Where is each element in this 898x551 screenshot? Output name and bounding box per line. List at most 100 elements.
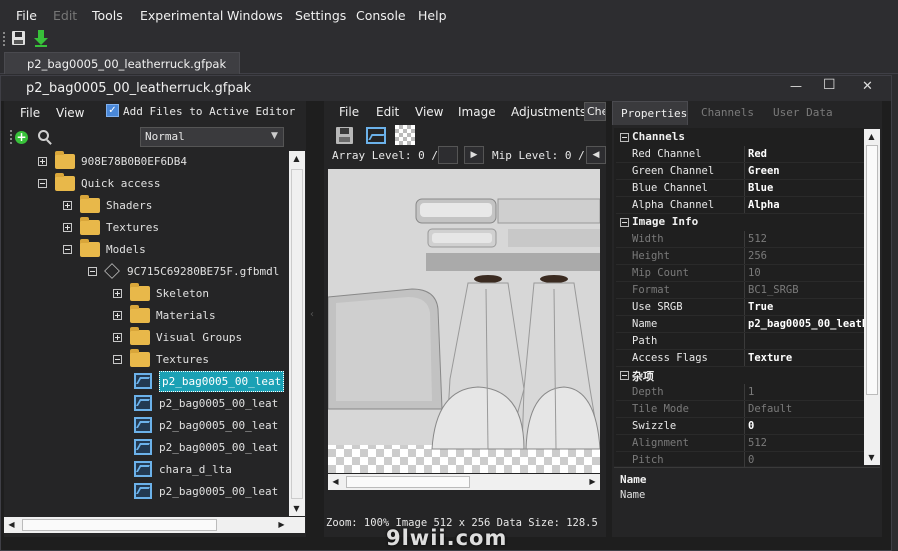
- property-row[interactable]: Height 256: [616, 248, 864, 265]
- tree-item[interactable]: p2_bag0005_00_leat: [134, 481, 278, 501]
- property-value[interactable]: BC1_SRGB: [748, 284, 864, 296]
- property-row[interactable]: Swizzle 0: [616, 418, 864, 435]
- tree-item[interactable]: Materials: [113, 304, 216, 325]
- property-row[interactable]: Format BC1_SRGB: [616, 282, 864, 299]
- menu-console[interactable]: Console: [356, 8, 406, 23]
- property-row[interactable]: Width 512: [616, 231, 864, 248]
- collapse-icon[interactable]: [113, 354, 122, 364]
- tab-user-data[interactable]: User Data: [762, 101, 838, 125]
- expand-icon[interactable]: [38, 156, 47, 166]
- property-value[interactable]: p2_bag0005_00_leatherruck: [748, 318, 864, 330]
- property-value[interactable]: Blue: [748, 182, 864, 194]
- property-row[interactable]: Path: [616, 333, 864, 350]
- property-value[interactable]: Texture: [748, 352, 864, 364]
- close-button[interactable]: ✕: [862, 79, 873, 94]
- save-icon[interactable]: [12, 31, 25, 45]
- tree-item[interactable]: p2_bag0005_00_leat: [134, 415, 278, 435]
- prop-scroll-down-arrow-icon[interactable]: ▼: [864, 450, 879, 465]
- menu-windows[interactable]: Windows: [227, 8, 283, 23]
- property-value[interactable]: Default: [748, 403, 864, 415]
- scroll-right-arrow-icon[interactable]: ▶: [274, 517, 289, 532]
- download-arrow-icon[interactable]: [34, 30, 48, 47]
- expand-icon[interactable]: [63, 200, 72, 210]
- tree-item[interactable]: Textures: [63, 216, 159, 237]
- property-category[interactable]: Image Info: [616, 214, 864, 231]
- tree-item[interactable]: p2_bag0005_00_leat: [134, 370, 285, 392]
- property-value[interactable]: True: [748, 301, 864, 313]
- property-row[interactable]: Access Flags Texture: [616, 350, 864, 367]
- menu-tools[interactable]: Tools: [92, 8, 123, 23]
- collapse-icon[interactable]: [38, 178, 47, 188]
- explorer-menu-file[interactable]: File: [20, 106, 40, 120]
- editor-save-icon[interactable]: [336, 127, 353, 144]
- editor-menu-image[interactable]: Image: [458, 105, 496, 119]
- collapse-icon[interactable]: [63, 244, 72, 254]
- property-category[interactable]: 杂项: [616, 367, 864, 384]
- scroll-down-arrow-icon[interactable]: ▼: [289, 501, 304, 516]
- property-value[interactable]: Red: [748, 148, 864, 160]
- collapse-icon[interactable]: [620, 371, 629, 380]
- expand-icon[interactable]: [113, 332, 122, 342]
- property-value[interactable]: 512: [748, 233, 864, 245]
- property-row[interactable]: Use SRGB True: [616, 299, 864, 316]
- tree-vertical-scrollbar[interactable]: ▲ ▼: [289, 151, 305, 516]
- view-mode-select[interactable]: Normal ▼: [140, 127, 284, 147]
- editor-menu-overflow[interactable]: Che: [584, 102, 606, 121]
- tab-properties[interactable]: Properties: [612, 101, 688, 125]
- menu-edit[interactable]: Edit: [53, 8, 77, 23]
- editor-menu-file[interactable]: File: [339, 105, 359, 119]
- collapse-icon[interactable]: [620, 133, 629, 142]
- tree-item[interactable]: 908E78B0B0EF6DB4: [38, 151, 187, 171]
- transparency-toggle-icon[interactable]: [395, 125, 415, 145]
- panel-splitter[interactable]: ‹: [306, 101, 324, 537]
- property-row[interactable]: Name p2_bag0005_00_leatherruck: [616, 316, 864, 333]
- property-row[interactable]: Tile Mode Default: [616, 401, 864, 418]
- expand-icon[interactable]: [113, 310, 122, 320]
- property-grid-scrollbar[interactable]: ▲ ▼: [864, 129, 880, 465]
- expand-icon[interactable]: [63, 222, 72, 232]
- property-value[interactable]: Green: [748, 165, 864, 177]
- property-value[interactable]: 1: [748, 386, 864, 398]
- tree-item[interactable]: Textures: [113, 348, 209, 369]
- scroll-left-arrow-icon[interactable]: ◀: [4, 517, 19, 532]
- document-tab[interactable]: p2_bag0005_00_leatherruck.gfpak: [4, 52, 240, 74]
- array-level-next-button[interactable]: ▶: [464, 146, 484, 164]
- add-files-label[interactable]: Add Files to Active Editor: [123, 105, 295, 118]
- tree-item[interactable]: Quick access: [38, 172, 160, 193]
- menu-help[interactable]: Help: [418, 8, 447, 23]
- h-scroll-thumb[interactable]: [22, 519, 217, 531]
- array-level-prev-button[interactable]: [438, 146, 458, 164]
- menu-file[interactable]: File: [16, 8, 37, 23]
- tree-item[interactable]: Shaders: [63, 194, 152, 215]
- prop-scroll-thumb[interactable]: [866, 145, 878, 395]
- property-value[interactable]: 10: [748, 267, 864, 279]
- collapse-icon[interactable]: [88, 266, 97, 276]
- image-edit-icon[interactable]: [366, 127, 386, 144]
- prop-scroll-up-arrow-icon[interactable]: ▲: [864, 129, 879, 144]
- canvas-horizontal-scrollbar[interactable]: ◀ ▶: [328, 474, 600, 490]
- tree-item[interactable]: Visual Groups: [113, 326, 242, 347]
- add-icon[interactable]: +: [15, 131, 28, 144]
- add-files-checkbox[interactable]: ✓: [106, 104, 119, 117]
- property-value[interactable]: 256: [748, 250, 864, 262]
- property-row[interactable]: Green Channel Green: [616, 163, 864, 180]
- property-value[interactable]: 0: [748, 454, 864, 466]
- property-row[interactable]: Depth 1: [616, 384, 864, 401]
- property-row[interactable]: Blue Channel Blue: [616, 180, 864, 197]
- editor-menu-adjustments[interactable]: Adjustments: [511, 105, 586, 119]
- tree-item[interactable]: Models: [63, 238, 146, 259]
- property-row[interactable]: Red Channel Red: [616, 146, 864, 163]
- collapse-icon[interactable]: [620, 218, 629, 227]
- canvas-scroll-left-arrow-icon[interactable]: ◀: [328, 474, 343, 489]
- mip-level-prev-button[interactable]: ◀: [586, 146, 606, 164]
- property-row[interactable]: Mip Count 10: [616, 265, 864, 282]
- tree-item[interactable]: Skeleton: [113, 282, 209, 303]
- menu-settings[interactable]: Settings: [295, 8, 346, 23]
- property-row[interactable]: Alignment 512: [616, 435, 864, 452]
- property-value[interactable]: 512: [748, 437, 864, 449]
- minimize-button[interactable]: —: [790, 79, 802, 93]
- canvas-scroll-right-arrow-icon[interactable]: ▶: [585, 474, 600, 489]
- property-value[interactable]: Alpha: [748, 199, 864, 211]
- maximize-button[interactable]: ☐: [823, 77, 836, 93]
- property-row[interactable]: Alpha Channel Alpha: [616, 197, 864, 214]
